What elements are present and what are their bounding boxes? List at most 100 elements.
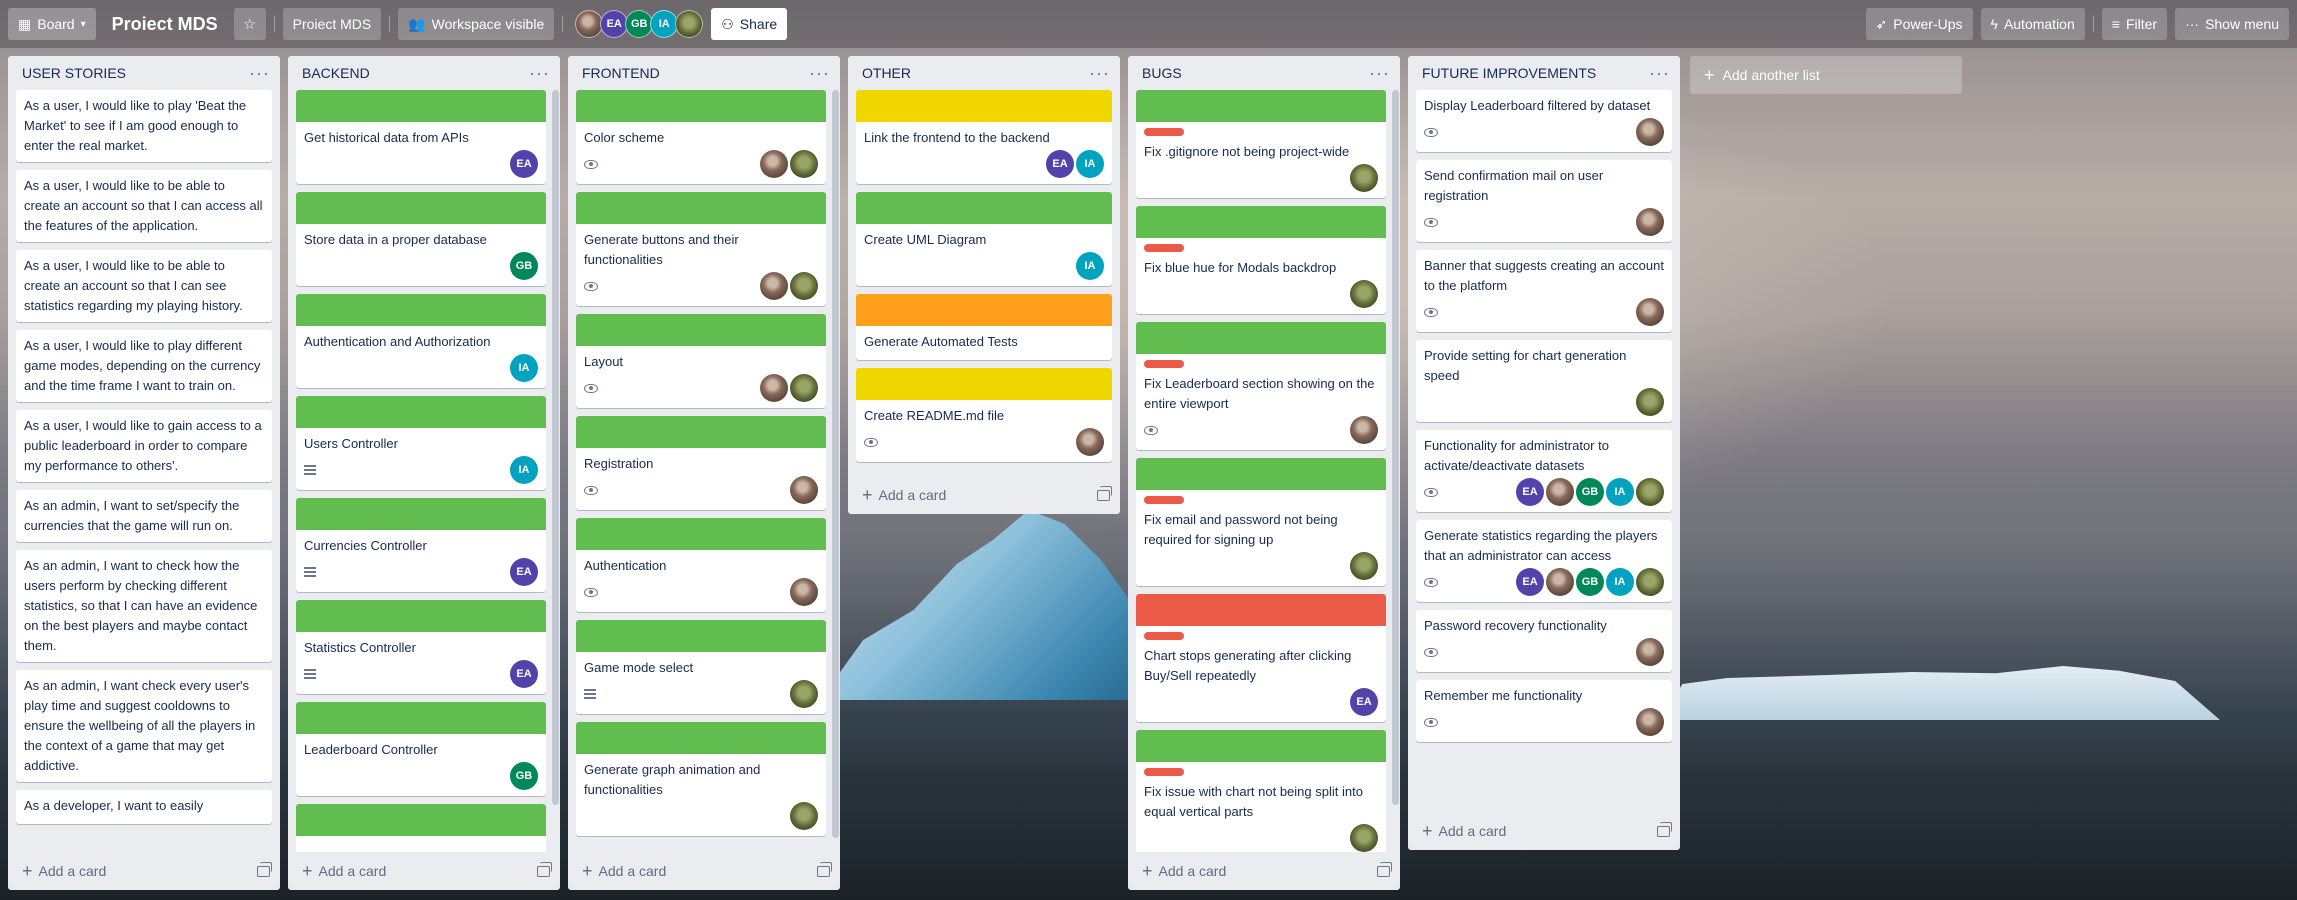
share-button[interactable]: ⚇ Share — [711, 8, 788, 40]
card[interactable] — [296, 804, 546, 852]
card[interactable]: As a user, I would like to play differen… — [16, 330, 272, 402]
card[interactable]: Fix .gitignore not being project-wide — [1136, 90, 1386, 198]
avatar[interactable] — [1636, 208, 1664, 236]
card[interactable]: Create README.md file — [856, 368, 1112, 462]
scrollbar[interactable] — [552, 90, 559, 805]
list-title[interactable]: BUGS — [1142, 65, 1182, 81]
card[interactable]: Password recovery functionality — [1416, 610, 1672, 672]
show-menu-button[interactable]: ··· Show menu — [2175, 8, 2289, 40]
avatar[interactable] — [1350, 164, 1378, 192]
avatar[interactable]: IA — [1606, 568, 1634, 596]
card-template-icon[interactable] — [1657, 821, 1672, 837]
list-header[interactable]: BACKEND ··· — [288, 56, 560, 90]
card[interactable]: Store data in a proper database GB — [296, 192, 546, 286]
avatar[interactable] — [1636, 388, 1664, 416]
avatar[interactable] — [760, 150, 788, 178]
card[interactable]: As an admin, I want to set/specify the c… — [16, 490, 272, 542]
workspace-button[interactable]: Proiect MDS — [282, 8, 382, 40]
card[interactable]: Generate graph animation and functionali… — [576, 722, 826, 836]
avatar[interactable] — [790, 680, 818, 708]
card[interactable]: Remember me functionality — [1416, 680, 1672, 742]
card[interactable]: Fix email and password not being require… — [1136, 458, 1386, 586]
list-title[interactable]: OTHER — [862, 65, 911, 81]
avatar[interactable]: IA — [650, 10, 679, 38]
power-ups-button[interactable]: ➶ Power-Ups — [1865, 8, 1973, 40]
avatar[interactable] — [760, 272, 788, 300]
avatar[interactable]: IA — [1076, 252, 1104, 280]
card[interactable]: As a user, I would like to be able to cr… — [16, 250, 272, 322]
card[interactable]: Currencies Controller EA — [296, 498, 546, 592]
add-card-button[interactable]: + Add a card — [1422, 821, 1506, 842]
list-header[interactable]: FUTURE IMPROVEMENTS ··· — [1408, 56, 1680, 90]
card[interactable]: As a user, I would like to gain access t… — [16, 410, 272, 482]
avatar[interactable] — [790, 578, 818, 606]
list-header[interactable]: USER STORIES ··· — [8, 56, 280, 90]
card-label[interactable] — [1144, 768, 1184, 776]
card-label[interactable] — [1144, 360, 1184, 368]
avatar[interactable] — [1546, 478, 1574, 506]
card-template-icon[interactable] — [1377, 861, 1392, 877]
avatar[interactable] — [790, 150, 818, 178]
more-icon[interactable]: ··· — [1089, 64, 1110, 82]
card[interactable]: Authentication and Authorization IA — [296, 294, 546, 388]
avatar[interactable] — [790, 802, 818, 830]
scrollbar[interactable] — [1392, 90, 1399, 805]
avatar[interactable] — [1350, 280, 1378, 308]
add-list-button[interactable]: + Add another list — [1690, 56, 1962, 94]
avatar[interactable] — [1636, 298, 1664, 326]
avatar[interactable] — [1636, 638, 1664, 666]
card[interactable]: Banner that suggests creating an account… — [1416, 250, 1672, 332]
card[interactable]: Display Leaderboard filtered by dataset — [1416, 90, 1672, 152]
card[interactable]: As a user, I would like to play 'Beat th… — [16, 90, 272, 162]
card[interactable]: Generate Automated Tests — [856, 294, 1112, 360]
card[interactable]: Functionality for administrator to activ… — [1416, 430, 1672, 512]
visibility-button[interactable]: 👥 Workspace visible — [398, 8, 555, 40]
avatar[interactable] — [1350, 416, 1378, 444]
more-icon[interactable]: ··· — [809, 64, 830, 82]
avatar[interactable]: GB — [510, 252, 538, 280]
avatar[interactable] — [1350, 552, 1378, 580]
board-view-switcher[interactable]: ▦ Board ▾ — [8, 8, 96, 40]
card-template-icon[interactable] — [1097, 485, 1112, 501]
avatar[interactable] — [1636, 118, 1664, 146]
card[interactable]: Statistics Controller EA — [296, 600, 546, 694]
card[interactable]: Fix issue with chart not being split int… — [1136, 730, 1386, 852]
card-template-icon[interactable] — [537, 861, 552, 877]
avatar[interactable]: EA — [510, 558, 538, 586]
avatar[interactable] — [1076, 428, 1104, 456]
card-label[interactable] — [1144, 632, 1184, 640]
avatar[interactable]: EA — [510, 150, 538, 178]
avatar[interactable]: GB — [625, 10, 654, 38]
list-header[interactable]: FRONTEND ··· — [568, 56, 840, 90]
avatar[interactable]: EA — [1516, 568, 1544, 596]
card[interactable]: Create UML Diagram IA — [856, 192, 1112, 286]
add-card-button[interactable]: + Add a card — [862, 485, 946, 506]
card[interactable]: Layout — [576, 314, 826, 408]
more-icon[interactable]: ··· — [529, 64, 550, 82]
card[interactable]: Generate statistics regarding the player… — [1416, 520, 1672, 602]
card[interactable]: Link the frontend to the backend EA IA — [856, 90, 1112, 184]
card[interactable]: Leaderboard Controller GB — [296, 702, 546, 796]
avatar[interactable] — [1636, 568, 1664, 596]
avatar[interactable] — [790, 374, 818, 402]
star-button[interactable]: ☆ — [233, 8, 266, 40]
card[interactable]: Fix blue hue for Modals backdrop — [1136, 206, 1386, 314]
card[interactable]: Authentication — [576, 518, 826, 612]
avatar[interactable] — [760, 374, 788, 402]
avatar[interactable] — [1636, 478, 1664, 506]
add-card-button[interactable]: + Add a card — [22, 861, 106, 882]
card[interactable]: As a user, I would like to be able to cr… — [16, 170, 272, 242]
avatar[interactable]: IA — [1606, 478, 1634, 506]
card-label[interactable] — [1144, 128, 1184, 136]
list-title[interactable]: USER STORIES — [22, 65, 126, 81]
avatar[interactable] — [1350, 824, 1378, 852]
list-title[interactable]: FUTURE IMPROVEMENTS — [1422, 65, 1596, 81]
board-title[interactable]: Proiect MDS — [104, 8, 226, 40]
filter-button[interactable]: ≡ Filter — [2101, 8, 2168, 40]
more-icon[interactable]: ··· — [1369, 64, 1390, 82]
scrollbar[interactable] — [832, 90, 839, 838]
avatar[interactable]: EA — [1516, 478, 1544, 506]
add-card-button[interactable]: + Add a card — [582, 861, 666, 882]
avatar[interactable]: GB — [1576, 478, 1604, 506]
card-label[interactable] — [1144, 244, 1184, 252]
